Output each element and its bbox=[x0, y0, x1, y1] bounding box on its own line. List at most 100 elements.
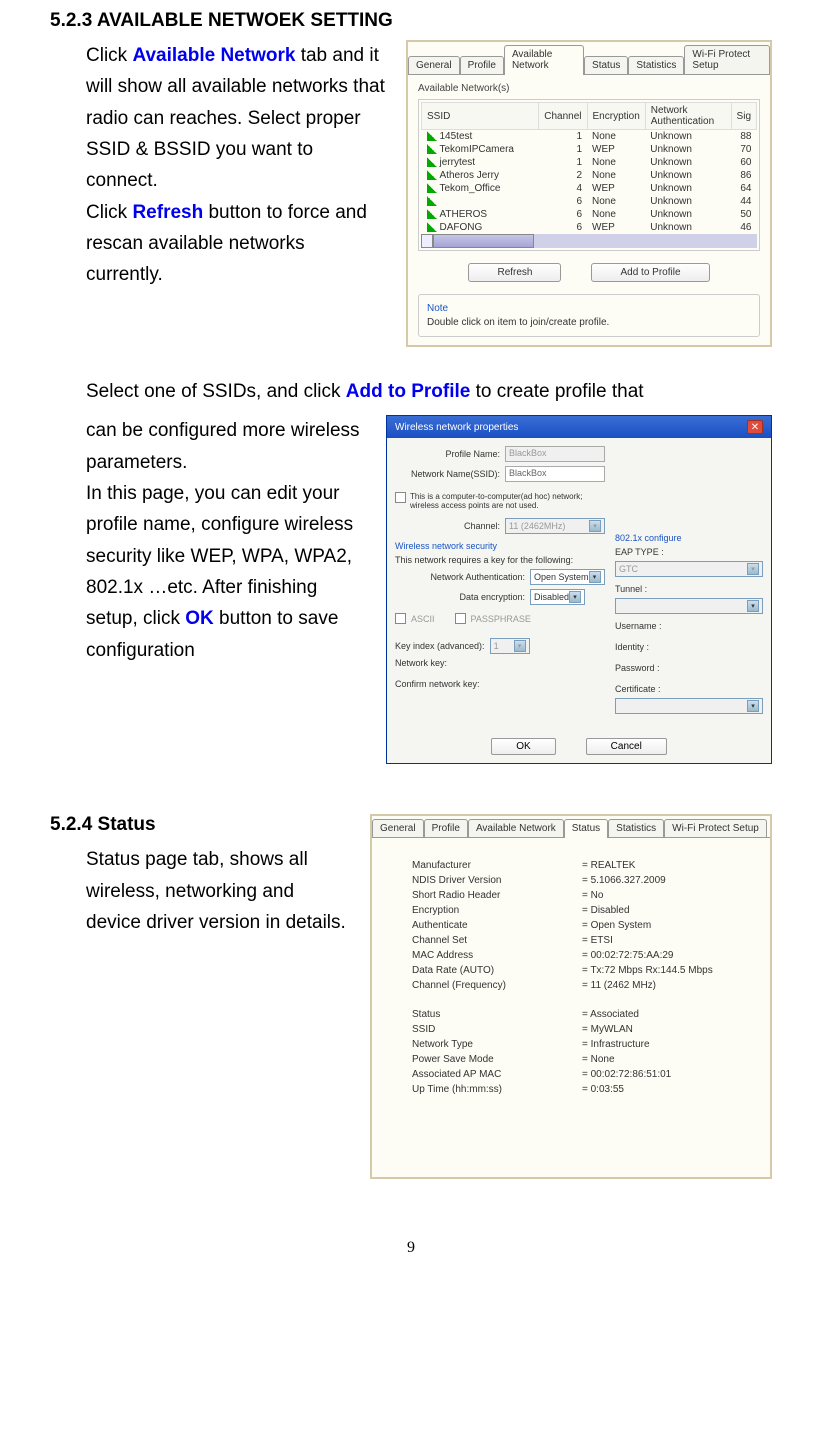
para-524a: can be configured more wireless paramete… bbox=[86, 415, 366, 478]
cancel-button[interactable]: Cancel bbox=[586, 738, 667, 755]
tab-wifi-protect[interactable]: Wi-Fi Protect Setup bbox=[684, 45, 770, 74]
note-title: Note bbox=[427, 303, 751, 314]
tab-status[interactable]: Status bbox=[584, 56, 628, 74]
status-row: Authenticate= Open System bbox=[412, 918, 740, 933]
wireless-properties-dialog: Wireless network properties ✕ Profile Na… bbox=[386, 415, 772, 764]
ascii-label: ASCII bbox=[411, 614, 435, 624]
text: tab and it will show all available netwo… bbox=[86, 45, 385, 191]
user-label: Username : bbox=[615, 621, 763, 631]
status-row: Manufacturer= REALTEK bbox=[412, 858, 740, 873]
table-row[interactable]: Tekom_Office4WEPUnknown64 bbox=[422, 182, 757, 195]
tab-available-network[interactable]: Available Network bbox=[504, 45, 584, 75]
status-row: MAC Address= 00:02:72:75:AA:29 bbox=[412, 948, 740, 963]
add-to-profile-button[interactable]: Add to Profile bbox=[591, 263, 709, 282]
chevron-down-icon: ▾ bbox=[589, 520, 601, 532]
auth-select[interactable]: Open System▾ bbox=[530, 569, 605, 585]
adhoc-checkbox[interactable] bbox=[395, 492, 406, 503]
channel-label: Channel: bbox=[395, 521, 500, 531]
channel-select[interactable]: 11 (2462MHz)▾ bbox=[505, 518, 605, 534]
enc-label: Data encryption: bbox=[395, 592, 525, 602]
status-panel: General Profile Available Network Status… bbox=[370, 814, 772, 1179]
table-row[interactable]: ATHEROS6NoneUnknown50 bbox=[422, 208, 757, 221]
col-auth[interactable]: Network Authentication bbox=[645, 103, 731, 130]
enc-select[interactable]: Disabled▾ bbox=[530, 589, 585, 605]
identity-label: Identity : bbox=[615, 642, 763, 652]
status-row: NDIS Driver Version= 5.1066.327.2009 bbox=[412, 873, 740, 888]
chevron-down-icon: ▾ bbox=[514, 640, 526, 652]
password-label: Password : bbox=[615, 663, 763, 673]
para-status: Status page tab, shows all wireless, net… bbox=[86, 844, 350, 938]
chevron-down-icon: ▾ bbox=[569, 591, 581, 603]
col-channel[interactable]: Channel bbox=[539, 103, 587, 130]
table-row[interactable]: 145test1NoneUnknown88 bbox=[422, 130, 757, 144]
scrollbar-horizontal[interactable] bbox=[421, 234, 757, 248]
col-ssid[interactable]: SSID bbox=[422, 103, 539, 130]
signal-icon bbox=[427, 222, 437, 232]
status-row: Status= Associated bbox=[412, 1007, 740, 1022]
tabs-row-status: General Profile Available Network Status… bbox=[372, 816, 770, 838]
close-icon[interactable]: ✕ bbox=[747, 420, 763, 434]
titlebar[interactable]: Wireless network properties ✕ bbox=[387, 416, 771, 438]
tab-status[interactable]: Status bbox=[564, 819, 608, 838]
tab-wifi-protect[interactable]: Wi-Fi Protect Setup bbox=[664, 819, 767, 837]
text: Click bbox=[86, 202, 132, 223]
cfg-header: 802.1x configure bbox=[615, 533, 763, 543]
ssid-field[interactable]: BlackBox bbox=[505, 466, 605, 482]
tab-profile[interactable]: Profile bbox=[460, 56, 504, 74]
cert-select[interactable]: ▾ bbox=[615, 698, 763, 714]
dialog-title: Wireless network properties bbox=[395, 422, 518, 433]
keyword-available-network: Available Network bbox=[132, 45, 295, 66]
keyidx-select[interactable]: 1▾ bbox=[490, 638, 530, 654]
adhoc-label: This is a computer-to-computer(ad hoc) n… bbox=[410, 492, 605, 510]
signal-icon bbox=[427, 183, 437, 193]
netkey-label: Network key: bbox=[395, 658, 605, 668]
ssid-label: Network Name(SSID): bbox=[395, 469, 500, 479]
chevron-down-icon: ▾ bbox=[747, 600, 759, 612]
col-encryption[interactable]: Encryption bbox=[587, 103, 645, 130]
signal-icon bbox=[427, 131, 437, 141]
network-table: SSID Channel Encryption Network Authenti… bbox=[421, 102, 757, 234]
cert-label: Certificate : bbox=[615, 684, 763, 694]
passphrase-checkbox[interactable] bbox=[455, 613, 466, 624]
para-524b: In this page, you can edit your profile … bbox=[86, 478, 366, 666]
table-row[interactable]: jerrytest1NoneUnknown60 bbox=[422, 156, 757, 169]
signal-icon bbox=[427, 170, 437, 180]
tab-statistics[interactable]: Statistics bbox=[608, 819, 664, 837]
table-row[interactable]: TekomIPCamera1WEPUnknown70 bbox=[422, 143, 757, 156]
chevron-down-icon: ▾ bbox=[589, 571, 601, 583]
para-524-intro: Select one of SSIDs, and click Add to Pr… bbox=[86, 377, 772, 407]
ascii-checkbox[interactable] bbox=[395, 613, 406, 624]
auth-label: Network Authentication: bbox=[395, 572, 525, 582]
table-row[interactable]: DAFONG6WEPUnknown46 bbox=[422, 221, 757, 234]
col-sig[interactable]: Sig bbox=[731, 103, 756, 130]
signal-icon bbox=[427, 144, 437, 154]
tunnel-select[interactable]: ▾ bbox=[615, 598, 763, 614]
tab-available-network[interactable]: Available Network bbox=[468, 819, 564, 837]
text: Select one of SSIDs, and click bbox=[86, 381, 346, 402]
eap-select[interactable]: GTC▾ bbox=[615, 561, 763, 577]
keyword-ok: OK bbox=[185, 608, 214, 629]
chevron-down-icon: ▾ bbox=[747, 563, 759, 575]
passphrase-label: PASSPHRASE bbox=[471, 614, 531, 624]
status-row: Channel Set= ETSI bbox=[412, 933, 740, 948]
profile-name-field[interactable]: BlackBox bbox=[505, 446, 605, 462]
confirm-label: Confirm network key: bbox=[395, 679, 605, 689]
keyword-refresh: Refresh bbox=[132, 202, 203, 223]
tab-statistics[interactable]: Statistics bbox=[628, 56, 684, 74]
tab-general[interactable]: General bbox=[372, 819, 424, 837]
tab-general[interactable]: General bbox=[408, 56, 460, 74]
status-row: Up Time (hh:mm:ss)= 0:03:55 bbox=[412, 1082, 740, 1097]
profile-name-label: Profile Name: bbox=[395, 449, 500, 459]
tab-profile[interactable]: Profile bbox=[424, 819, 468, 837]
status-row: Channel (Frequency)= 11 (2462 MHz) bbox=[412, 978, 740, 993]
page-number: 9 bbox=[50, 1239, 772, 1257]
section-heading-524: 5.2.4 Status bbox=[50, 814, 350, 836]
status-row: Associated AP MAC= 00:02:72:86:51:01 bbox=[412, 1067, 740, 1082]
table-row[interactable]: 6NoneUnknown44 bbox=[422, 195, 757, 208]
refresh-button[interactable]: Refresh bbox=[468, 263, 561, 282]
para-523b: Click Refresh button to force and rescan… bbox=[86, 197, 386, 291]
table-row[interactable]: Atheros Jerry2NoneUnknown86 bbox=[422, 169, 757, 182]
note-box: Note Double click on item to join/create… bbox=[418, 294, 760, 337]
para-523a: Click Available Network tab and it will … bbox=[86, 40, 386, 197]
ok-button[interactable]: OK bbox=[491, 738, 555, 755]
